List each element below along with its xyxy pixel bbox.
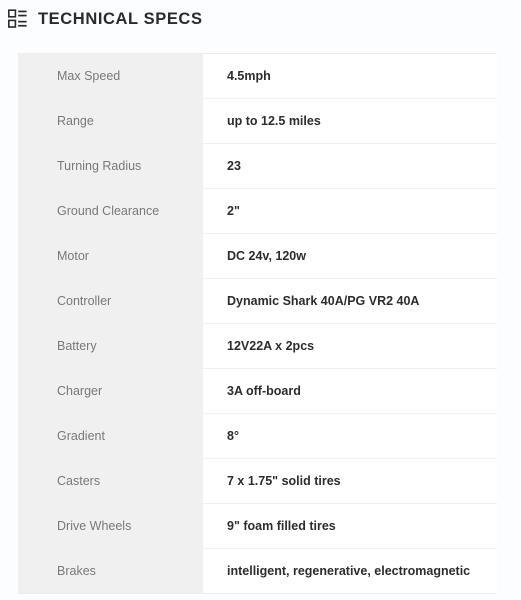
spec-label: Max Speed <box>18 53 203 99</box>
spec-label: Gradient <box>18 413 203 459</box>
spec-label: Range <box>18 98 203 144</box>
page-title: TECHNICAL SPECS <box>38 10 203 28</box>
spec-label: Casters <box>18 458 203 504</box>
spec-value: 23 <box>203 143 497 189</box>
spec-value: up to 12.5 miles <box>203 98 497 144</box>
spec-value: 8° <box>203 413 497 459</box>
spec-value: 3A off-board <box>203 368 497 414</box>
spec-value: 2" <box>203 188 497 234</box>
spec-value: 9" foam filled tires <box>203 503 497 549</box>
table-row: Ground Clearance 2" <box>18 188 497 234</box>
table-row: Gradient 8° <box>18 413 497 459</box>
spec-label: Drive Wheels <box>18 503 203 549</box>
spec-label: Charger <box>18 368 203 414</box>
table-row: Range up to 12.5 miles <box>18 98 497 144</box>
section-header: TECHNICAL SPECS <box>8 6 203 32</box>
spec-value: DC 24v, 120w <box>203 233 497 279</box>
spec-label: Motor <box>18 233 203 279</box>
table-row: Drive Wheels 9" foam filled tires <box>18 503 497 549</box>
technical-specs-page: TECHNICAL SPECS Max Speed 4.5mph Range u… <box>0 0 521 600</box>
spec-label: Ground Clearance <box>18 188 203 234</box>
table-row: Battery 12V22A x 2pcs <box>18 323 497 369</box>
spec-label: Turning Radius <box>18 143 203 189</box>
table-row: Turning Radius 23 <box>18 143 497 189</box>
table-row: Motor DC 24v, 120w <box>18 233 497 279</box>
spec-value: intelligent, regenerative, electromagnet… <box>203 548 497 594</box>
technical-specs-table: Max Speed 4.5mph Range up to 12.5 miles … <box>18 53 497 594</box>
spec-label: Battery <box>18 323 203 369</box>
spec-value: 4.5mph <box>203 53 497 99</box>
table-row: Controller Dynamic Shark 40A/PG VR2 40A <box>18 278 497 324</box>
table-row: Max Speed 4.5mph <box>18 53 497 99</box>
spec-label: Controller <box>18 278 203 324</box>
spec-value: Dynamic Shark 40A/PG VR2 40A <box>203 278 497 324</box>
table-row: Brakes intelligent, regenerative, electr… <box>18 548 497 594</box>
table-row: Casters 7 x 1.75" solid tires <box>18 458 497 504</box>
table-row: Charger 3A off-board <box>18 368 497 414</box>
spec-value: 7 x 1.75" solid tires <box>203 458 497 504</box>
spec-table-body: Max Speed 4.5mph Range up to 12.5 miles … <box>18 53 497 594</box>
spec-value: 12V22A x 2pcs <box>203 323 497 369</box>
spec-list-icon <box>8 9 27 28</box>
spec-label: Brakes <box>18 548 203 594</box>
